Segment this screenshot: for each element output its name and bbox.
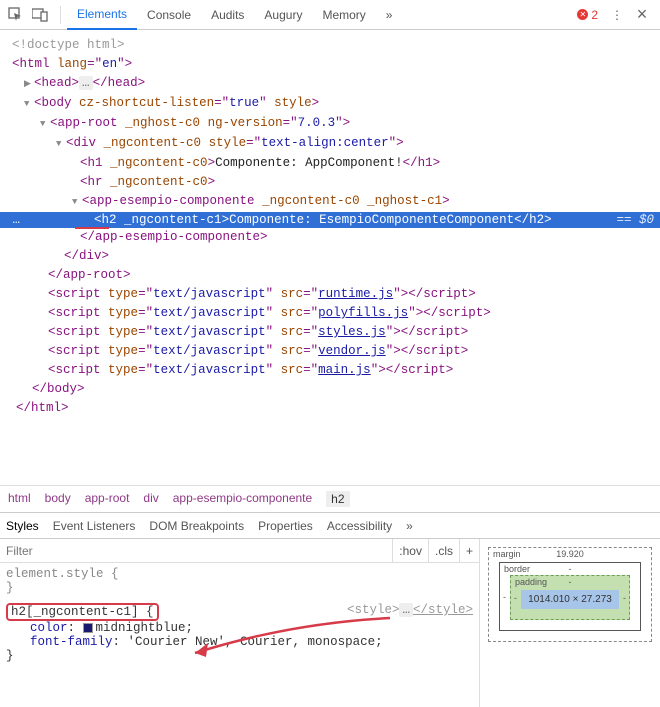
selected-ref: == $0 — [616, 213, 660, 227]
device-toggle-icon[interactable] — [29, 4, 51, 26]
breadcrumb-item[interactable]: app-root — [85, 491, 130, 507]
dom-node-head[interactable]: <head>…</head> — [0, 74, 660, 94]
collapse-arrow-icon[interactable] — [24, 95, 34, 113]
tab-audits[interactable]: Audits — [201, 0, 254, 30]
subtab-properties[interactable]: Properties — [258, 519, 313, 533]
breadcrumb-item[interactable]: body — [45, 491, 71, 507]
bm-border-label: border — [504, 564, 530, 574]
gutter-ellipsis: … — [0, 213, 24, 227]
dom-node-body[interactable]: <body cz-shortcut-listen="true" style> — [0, 94, 660, 114]
dom-node-script[interactable]: <script type="text/javascript" src="poly… — [0, 304, 660, 323]
bm-padding-top: - — [569, 577, 572, 587]
breadcrumb-item[interactable]: html — [8, 491, 31, 507]
tabs-overflow[interactable]: » — [376, 0, 403, 30]
subtab-event-listeners[interactable]: Event Listeners — [53, 519, 136, 533]
dom-node-h1[interactable]: <h1 _ngcontent-c0>Componente: AppCompone… — [0, 154, 660, 173]
error-count: 2 — [591, 8, 598, 22]
bm-content-size: 1014.010 × 27.273 — [521, 590, 619, 609]
styles-tabs: Styles Event Listeners DOM Breakpoints P… — [0, 513, 660, 539]
error-count-badge[interactable]: ✕ 2 — [577, 8, 598, 22]
dom-node-script[interactable]: <script type="text/javascript" src="main… — [0, 361, 660, 380]
tab-augury[interactable]: Augury — [254, 0, 312, 30]
close-icon[interactable]: × — [631, 4, 653, 26]
dom-close-html[interactable]: </html> — [0, 399, 660, 418]
bm-padding-right: - — [623, 593, 626, 603]
dom-close-approot[interactable]: </app-root> — [0, 266, 660, 285]
brace-close: } — [6, 649, 473, 663]
styles-filter-input[interactable] — [0, 541, 392, 561]
rule-selector-highlighted[interactable]: h2[_ngcontent-c1] { — [6, 603, 159, 621]
cls-toggle[interactable]: .cls — [428, 539, 459, 563]
kebab-menu-icon[interactable]: ⋮ — [606, 4, 628, 26]
styles-filter-row: :hov .cls + — [0, 539, 479, 563]
dom-close-esempio[interactable]: </app-esempio-componente> — [0, 228, 660, 247]
bm-padding-label: padding — [515, 577, 547, 587]
dom-close-div[interactable]: </div> — [0, 247, 660, 266]
subtab-styles[interactable]: Styles — [6, 519, 39, 533]
brace-close: } — [6, 581, 473, 595]
subtab-dom-breakpoints[interactable]: DOM Breakpoints — [149, 519, 244, 533]
collapse-arrow-icon[interactable] — [40, 115, 50, 133]
styles-rules[interactable]: element.style { } h2[_ngcontent-c1] { <s… — [0, 563, 479, 667]
dom-node-html[interactable]: <html lang="en"> — [0, 55, 660, 74]
breadcrumb: html body app-root div app-esempio-compo… — [0, 485, 660, 513]
dom-node-hr[interactable]: <hr _ngcontent-c0> — [0, 173, 660, 192]
tab-memory[interactable]: Memory — [312, 0, 375, 30]
rule-source[interactable]: <style>…</style> — [347, 603, 473, 617]
separator — [60, 6, 61, 24]
box-model[interactable]: margin 19.920 border - - padding - - 101… — [480, 539, 660, 707]
subtab-accessibility[interactable]: Accessibility — [327, 519, 392, 533]
css-rule[interactable]: h2[_ngcontent-c1] { <style>…</style> — [6, 603, 473, 621]
dom-node-app-root[interactable]: <app-root _nghost-c0 ng-version="7.0.3"> — [0, 114, 660, 134]
collapse-arrow-icon[interactable] — [56, 135, 66, 153]
dom-node-script[interactable]: <script type="text/javascript" src="styl… — [0, 323, 660, 342]
breadcrumb-item[interactable]: app-esempio-componente — [173, 491, 312, 507]
styles-panel: :hov .cls + element.style { } h2[_ngcont… — [0, 539, 660, 707]
dom-node-script[interactable]: <script type="text/javascript" src="vend… — [0, 342, 660, 361]
collapse-arrow-icon[interactable] — [72, 193, 82, 211]
devtools-toolbar: Elements Console Audits Augury Memory » … — [0, 0, 660, 30]
css-declaration[interactable]: color: midnightblue; — [6, 621, 473, 635]
dom-node-esempio[interactable]: <app-esempio-componente _ngcontent-c0 _n… — [0, 192, 660, 212]
bm-margin-top: 19.920 — [556, 549, 584, 559]
dom-doctype[interactable]: <!doctype html> — [0, 36, 660, 55]
bm-border-top: - — [569, 564, 572, 574]
bm-padding-left: - — [514, 593, 517, 603]
hov-toggle[interactable]: :hov — [392, 539, 428, 563]
subtabs-overflow[interactable]: » — [406, 519, 413, 533]
dom-node-div[interactable]: <div _ngcontent-c0 style="text-align:cen… — [0, 134, 660, 154]
dom-node-h2-selected[interactable]: … <h2 _ngcontent-c1>Componente: EsempioC… — [0, 212, 660, 228]
expand-arrow-icon[interactable] — [24, 75, 34, 93]
bm-border-left: - — [503, 592, 506, 602]
dom-tree[interactable]: <!doctype html> <html lang="en"> <head>…… — [0, 30, 660, 485]
bm-margin-label: margin — [493, 549, 521, 559]
breadcrumb-item[interactable]: div — [143, 491, 158, 507]
dom-close-body[interactable]: </body> — [0, 380, 660, 399]
inspect-icon[interactable] — [4, 4, 26, 26]
color-swatch-icon[interactable] — [83, 623, 93, 633]
tab-elements[interactable]: Elements — [67, 0, 137, 30]
tab-console[interactable]: Console — [137, 0, 201, 30]
css-declaration[interactable]: font-family: 'Courier New', Courier, mon… — [6, 635, 473, 649]
element-style-rule[interactable]: element.style { — [6, 567, 473, 581]
dom-node-script[interactable]: <script type="text/javascript" src="runt… — [0, 285, 660, 304]
breadcrumb-item-current[interactable]: h2 — [326, 491, 349, 507]
error-icon: ✕ — [577, 9, 588, 20]
new-rule-button[interactable]: + — [459, 539, 479, 563]
